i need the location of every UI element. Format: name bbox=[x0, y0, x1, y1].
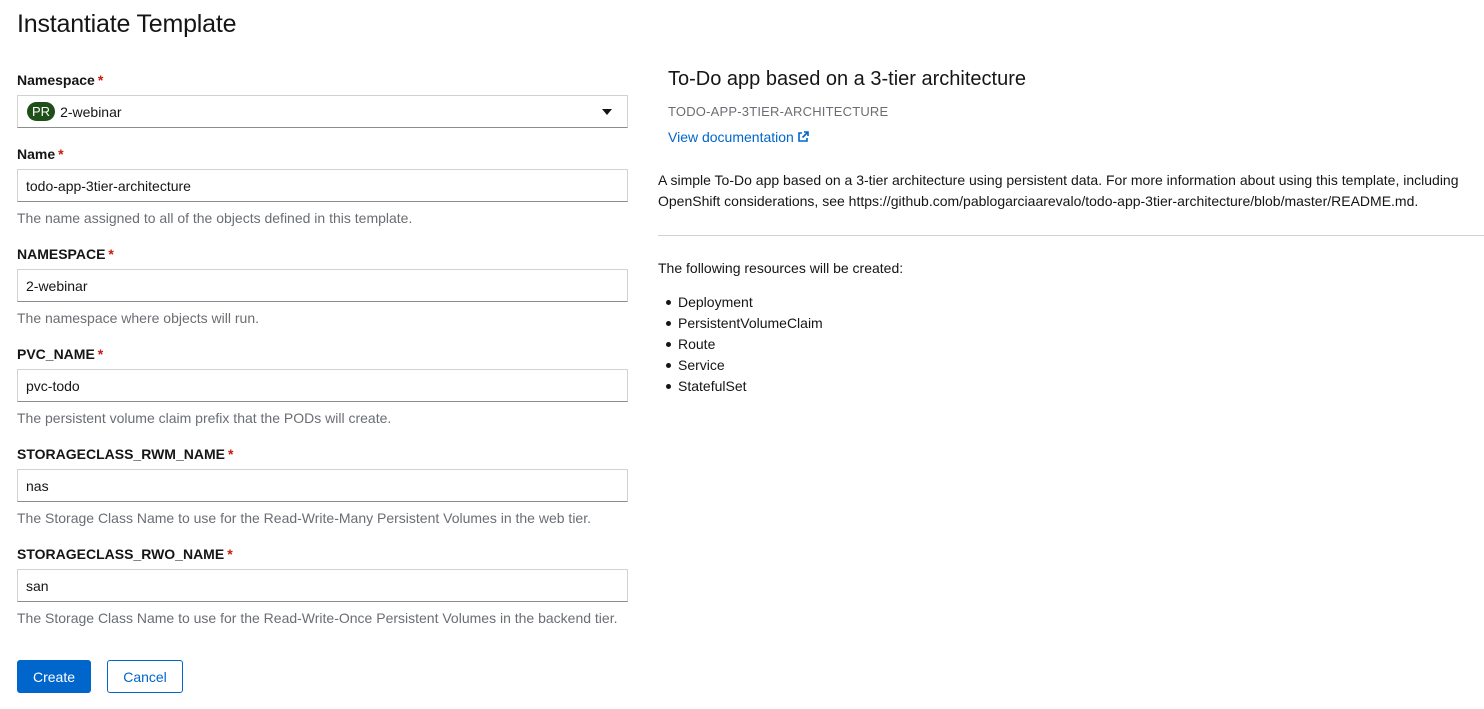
required-marker: * bbox=[227, 546, 233, 562]
bullet-icon bbox=[666, 300, 671, 305]
create-button[interactable]: Create bbox=[17, 660, 91, 693]
pvc-name-helper-text: The persistent volume claim prefix that … bbox=[17, 410, 392, 426]
list-item: Deployment bbox=[658, 292, 823, 313]
required-marker: * bbox=[97, 72, 104, 88]
namespace-param-helper-text: The namespace where objects will run. bbox=[17, 310, 260, 326]
required-marker: * bbox=[58, 146, 64, 162]
resources-heading: The following resources will be created: bbox=[658, 260, 904, 276]
cancel-button[interactable]: Cancel bbox=[107, 660, 183, 693]
template-title: To-Do app based on a 3-tier architecture bbox=[668, 68, 1026, 90]
storageclass-rwo-helper-text: The Storage Class Name to use for the Re… bbox=[17, 610, 618, 626]
template-description: A simple To-Do app based on a 3-tier arc… bbox=[658, 172, 1459, 209]
storageclass-rwo-label: STORAGECLASS_RWO_NAME * bbox=[17, 546, 233, 562]
storageclass-rwo-group: STORAGECLASS_RWO_NAME * san The Storage C… bbox=[17, 544, 628, 627]
storageclass-rwm-label: STORAGECLASS_RWM_NAME * bbox=[17, 446, 234, 462]
storageclass-rwm-group: STORAGECLASS_RWM_NAME * nas The Storage C… bbox=[17, 444, 628, 527]
resources-list: Deployment PersistentVolumeClaim Route S… bbox=[658, 292, 823, 397]
name-label: Name * bbox=[17, 146, 64, 162]
namespace-select[interactable]: PR 2-webinar bbox=[17, 95, 628, 128]
caret-down-icon bbox=[602, 108, 612, 115]
namespace-param-input[interactable]: 2-webinar bbox=[17, 269, 628, 302]
storageclass-rwo-input[interactable]: san bbox=[17, 569, 628, 602]
page-title: Instantiate Template bbox=[17, 10, 237, 38]
namespace-label: Namespace * bbox=[17, 72, 104, 88]
namespace-select-value: PR 2-webinar bbox=[27, 102, 122, 121]
required-marker: * bbox=[108, 246, 114, 262]
resource-name: PersistentVolumeClaim bbox=[678, 315, 823, 331]
bullet-icon bbox=[666, 321, 671, 326]
list-item: StatefulSet bbox=[658, 376, 823, 397]
project-badge: PR bbox=[27, 102, 56, 121]
namespace-param-group: NAMESPACE * 2-webinar The namespace where… bbox=[17, 244, 628, 327]
resource-name: StatefulSet bbox=[678, 378, 747, 394]
list-item: Service bbox=[658, 355, 823, 376]
pvc-name-label: PVC_NAME * bbox=[17, 346, 104, 362]
storageclass-rwm-input[interactable]: nas bbox=[17, 469, 628, 502]
name-group: Name * todo-app-3tier-architecture The na… bbox=[17, 144, 628, 227]
bullet-icon bbox=[666, 384, 671, 389]
required-marker: * bbox=[227, 446, 234, 462]
template-id: TODO-APP-3TIER-ARCHITECTURE bbox=[668, 104, 889, 119]
resource-name: Deployment bbox=[678, 294, 753, 310]
divider bbox=[658, 235, 1484, 236]
list-item: Route bbox=[658, 334, 823, 355]
required-marker: * bbox=[97, 346, 104, 362]
list-item: PersistentVolumeClaim bbox=[658, 313, 823, 334]
name-helper-text: The name assigned to all of the objects … bbox=[17, 210, 413, 226]
pvc-name-input[interactable]: pvc-todo bbox=[17, 369, 628, 402]
external-link-icon bbox=[798, 131, 809, 142]
view-documentation-link[interactable]: View documentation bbox=[668, 129, 809, 145]
view-documentation-label: View documentation bbox=[668, 129, 794, 145]
namespace-select-text: 2-webinar bbox=[60, 103, 122, 120]
resource-name: Route bbox=[678, 336, 716, 352]
pvc-name-group: PVC_NAME * pvc-todo The persistent volume… bbox=[17, 344, 628, 427]
bullet-icon bbox=[666, 363, 671, 368]
bullet-icon bbox=[666, 342, 671, 347]
namespace-group: Namespace * PR 2-webinar bbox=[17, 70, 628, 128]
namespace-param-label: NAMESPACE * bbox=[17, 246, 114, 262]
resource-name: Service bbox=[678, 357, 725, 373]
storageclass-rwm-helper-text: The Storage Class Name to use for the Re… bbox=[17, 510, 591, 526]
name-input[interactable]: todo-app-3tier-architecture bbox=[17, 169, 628, 202]
